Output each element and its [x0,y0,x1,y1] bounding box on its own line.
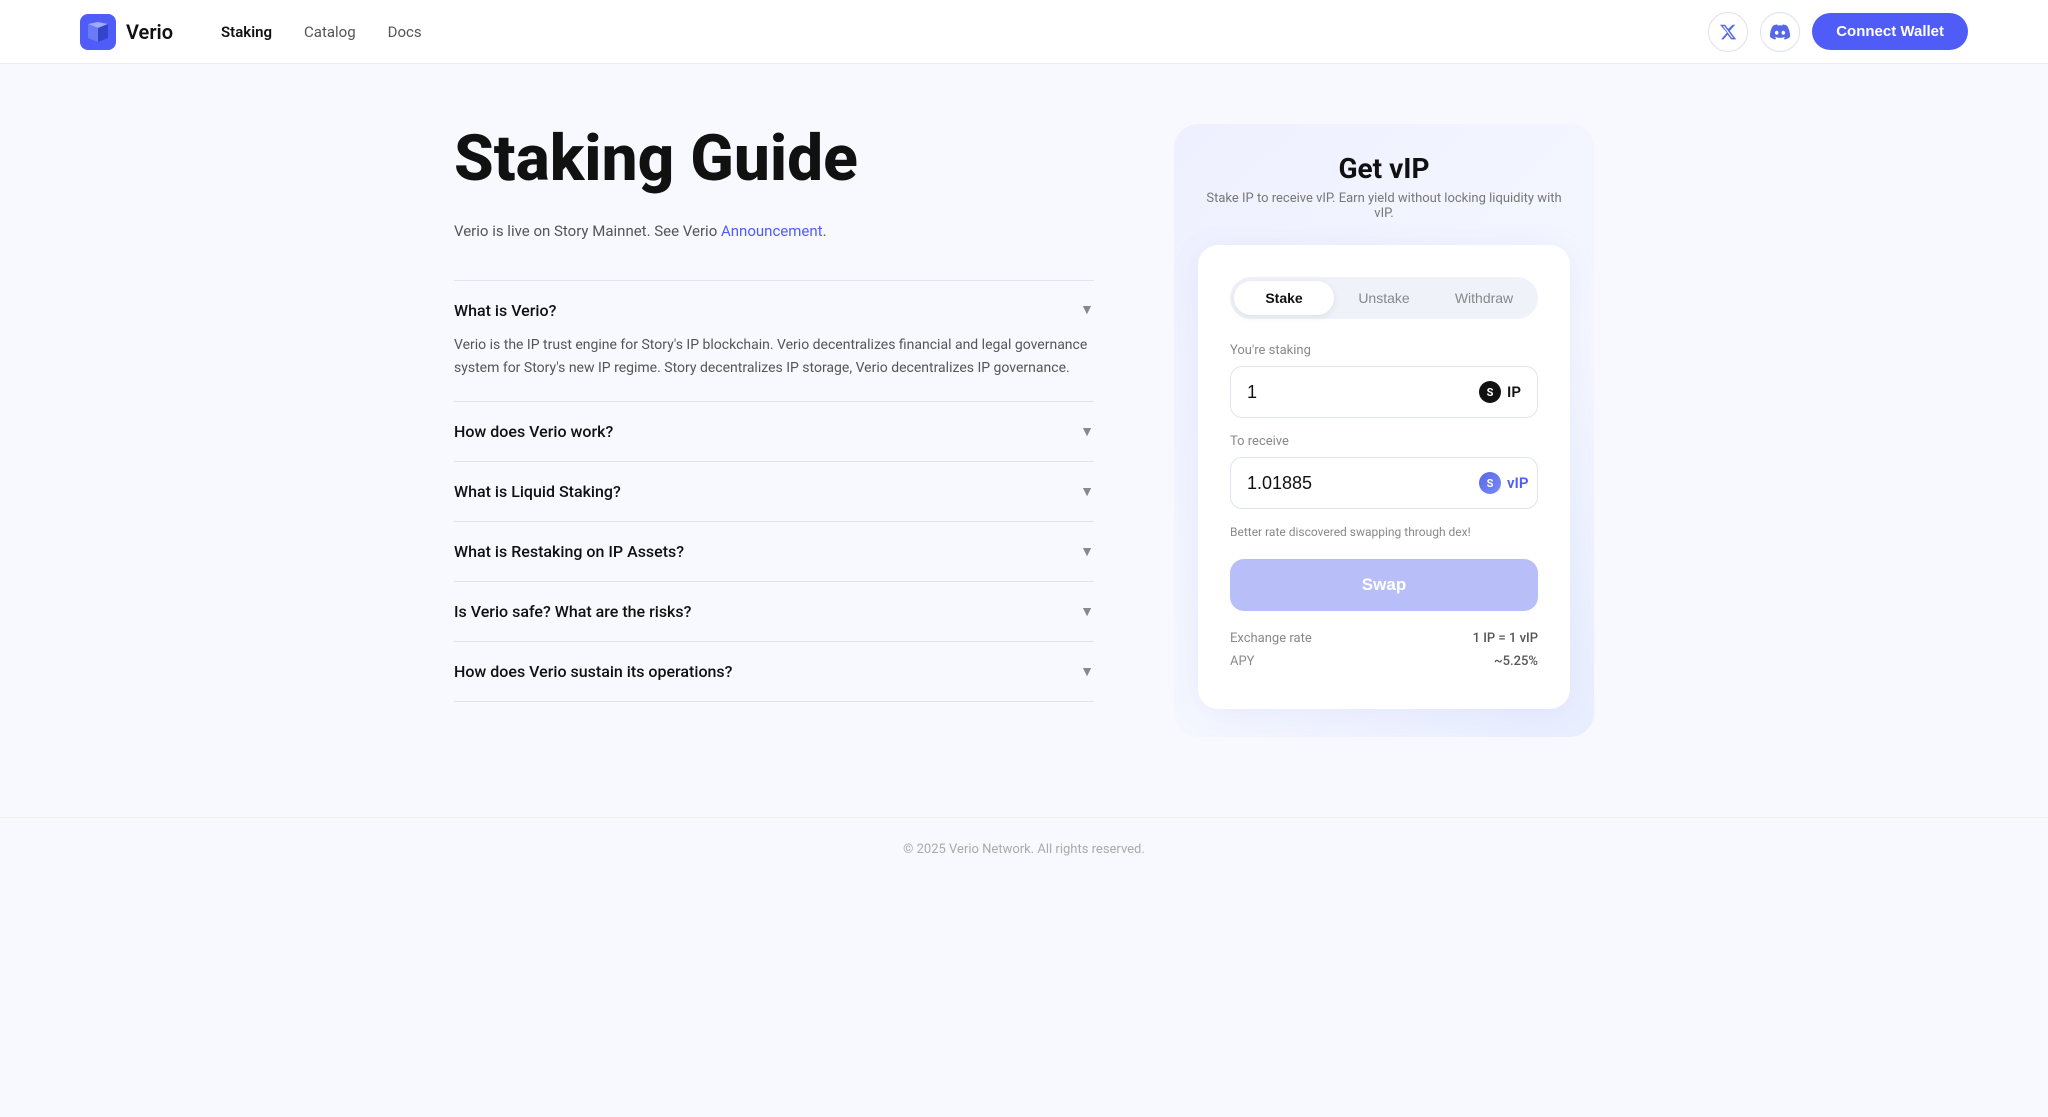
page-title: Staking Guide [454,124,1094,194]
discord-icon [1770,22,1790,42]
tab-row: Stake Unstake Withdraw [1230,277,1538,319]
footer: © 2025 Verio Network. All rights reserve… [0,817,2048,881]
receive-input-wrap: S vIP [1230,457,1538,509]
apy-label: APY [1230,654,1255,669]
right-panel: Get vIP Stake IP to receive vIP. Earn yi… [1174,124,1594,737]
faq-item-how-verio-works: How does Verio work? ▼ [454,401,1094,461]
subtitle-suffix: . [823,222,827,240]
faq-question-1: How does Verio work? [454,422,613,441]
swap-button[interactable]: Swap [1230,559,1538,611]
brand-name: Verio [126,20,173,44]
card-title: Get vIP [1198,152,1570,185]
better-rate-note: Better rate discovered swapping through … [1230,525,1538,539]
faq-header-0[interactable]: What is Verio? ▲ [454,301,1094,320]
faq-chevron-0: ▲ [1080,302,1094,319]
connect-wallet-button[interactable]: Connect Wallet [1812,13,1968,50]
card-subtitle: Stake IP to receive vIP. Earn yield with… [1198,191,1570,221]
navbar-left: Verio Staking Catalog Docs [80,14,422,50]
card-title-wrap: Get vIP [1198,152,1570,185]
main-content: Staking Guide Verio is live on Story Mai… [374,64,1674,817]
faq-header-5[interactable]: How does Verio sustain its operations? ▼ [454,662,1094,681]
tab-stake[interactable]: Stake [1234,281,1334,315]
navbar-right: Connect Wallet [1708,12,1968,52]
receive-currency: S vIP [1479,472,1528,494]
stake-card: Stake Unstake Withdraw You're staking S … [1198,245,1570,709]
x-icon [1719,23,1737,41]
vip-icon: S [1479,472,1501,494]
staking-label: You're staking [1230,343,1538,358]
announcement-link[interactable]: Announcement [721,222,823,240]
exchange-rate-row: Exchange rate 1 IP = 1 vIP [1230,631,1538,646]
twitter-button[interactable] [1708,12,1748,52]
faq-question-0: What is Verio? [454,301,556,320]
faq-answer-0: Verio is the IP trust engine for Story's… [454,334,1094,380]
faq-list: What is Verio? ▲ Verio is the IP trust e… [454,280,1094,701]
faq-header-1[interactable]: How does Verio work? ▼ [454,422,1094,441]
faq-item-sustain: How does Verio sustain its operations? ▼ [454,641,1094,702]
apy-row: APY ~5.25% [1230,654,1538,669]
tab-unstake[interactable]: Unstake [1334,281,1434,315]
staking-input-wrap: S IP [1230,366,1538,418]
receive-currency-label: vIP [1507,474,1528,492]
faq-chevron-4: ▼ [1080,603,1094,620]
receive-input[interactable] [1247,473,1479,494]
logo[interactable]: Verio [80,14,173,50]
nav-links: Staking Catalog Docs [221,23,422,41]
faq-question-2: What is Liquid Staking? [454,482,621,501]
faq-question-5: How does Verio sustain its operations? [454,662,732,681]
exchange-rate-label: Exchange rate [1230,631,1312,646]
faq-item-restaking: What is Restaking on IP Assets? ▼ [454,521,1094,581]
staking-currency-label: IP [1507,383,1521,401]
faq-chevron-5: ▼ [1080,663,1094,680]
faq-question-4: Is Verio safe? What are the risks? [454,602,691,621]
receive-label: To receive [1230,434,1538,449]
stake-card-bg: Get vIP Stake IP to receive vIP. Earn yi… [1174,124,1594,737]
nav-staking[interactable]: Staking [221,23,272,41]
subtitle: Verio is live on Story Mainnet. See Veri… [454,222,1094,240]
faq-question-3: What is Restaking on IP Assets? [454,542,684,561]
exchange-rate-value: 1 IP = 1 vIP [1473,631,1538,646]
staking-currency: S IP [1479,381,1521,403]
staking-input[interactable] [1247,382,1479,403]
faq-header-2[interactable]: What is Liquid Staking? ▼ [454,482,1094,501]
ip-icon: S [1479,381,1501,403]
tab-withdraw[interactable]: Withdraw [1434,281,1534,315]
faq-item-what-is-verio: What is Verio? ▲ Verio is the IP trust e… [454,280,1094,400]
faq-item-liquid-staking: What is Liquid Staking? ▼ [454,461,1094,521]
apy-value: ~5.25% [1494,654,1538,669]
discord-button[interactable] [1760,12,1800,52]
faq-header-3[interactable]: What is Restaking on IP Assets? ▼ [454,542,1094,561]
faq-chevron-1: ▼ [1080,423,1094,440]
faq-chevron-3: ▼ [1080,543,1094,560]
footer-text: © 2025 Verio Network. All rights reserve… [903,842,1145,857]
faq-chevron-2: ▼ [1080,483,1094,500]
subtitle-prefix: Verio is live on Story Mainnet. See Veri… [454,222,721,240]
left-panel: Staking Guide Verio is live on Story Mai… [454,124,1094,737]
verio-logo-icon [80,14,116,50]
faq-header-4[interactable]: Is Verio safe? What are the risks? ▼ [454,602,1094,621]
nav-docs[interactable]: Docs [388,23,422,41]
navbar: Verio Staking Catalog Docs Connect Walle… [0,0,2048,64]
faq-item-safe: Is Verio safe? What are the risks? ▼ [454,581,1094,641]
nav-catalog[interactable]: Catalog [304,23,356,41]
